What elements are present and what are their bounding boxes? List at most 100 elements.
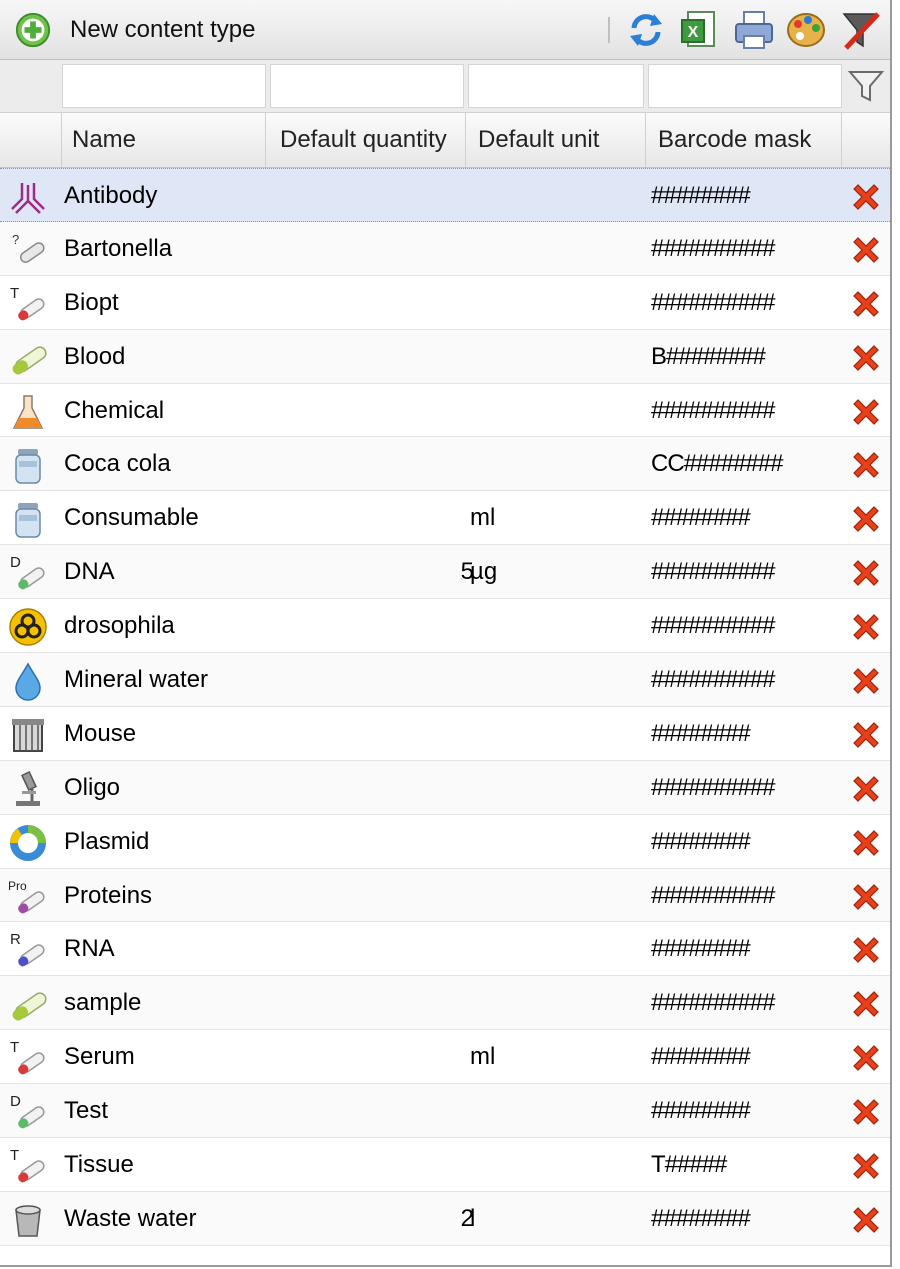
table-row[interactable]: Mineral water ########## [0, 653, 890, 707]
delete-icon[interactable] [848, 663, 884, 699]
table-row[interactable]: Chemical ########## [0, 383, 890, 438]
delete-icon[interactable] [848, 1040, 884, 1076]
row-barcode-mask: ######## [651, 1097, 751, 1125]
clear-filter-icon[interactable] [838, 8, 882, 52]
delete-icon[interactable] [848, 986, 884, 1022]
table-row[interactable]: Plasmid ######## [0, 814, 890, 869]
row-unit: ml [470, 1043, 496, 1071]
delete-icon[interactable] [848, 340, 884, 376]
delete-icon[interactable] [848, 1202, 884, 1238]
row-unit [470, 437, 640, 490]
delete-icon[interactable] [848, 501, 884, 537]
row-quantity [268, 1030, 474, 1083]
row-quantity [268, 599, 474, 652]
row-quantity [268, 384, 474, 437]
row-quantity [268, 815, 474, 868]
row-barcode-mask: ######## [651, 504, 751, 532]
filter-row [0, 60, 890, 113]
row-barcode-mask: ########## [651, 881, 775, 909]
unit-column-header[interactable]: Default unit [466, 113, 646, 167]
add-icon [15, 12, 51, 48]
table-row[interactable]: T Serum ml ######## [0, 1030, 890, 1085]
jar-icon [15, 449, 41, 485]
row-barcode-mask: T##### [651, 1151, 727, 1179]
row-quantity [268, 976, 474, 1029]
row-unit [470, 1084, 640, 1137]
table-row[interactable]: D Test ######## [0, 1084, 890, 1139]
table-row[interactable]: Antibody ######## [0, 168, 890, 222]
row-barcode-mask: ########## [651, 234, 775, 262]
delete-icon[interactable] [848, 717, 884, 753]
table-row[interactable]: T Biopt ########## [0, 275, 890, 330]
row-unit [470, 276, 640, 329]
row-unit [470, 384, 640, 437]
quantity-filter-input[interactable] [270, 64, 464, 108]
quantity-column-header[interactable]: Default quantity [266, 113, 466, 167]
icon-column-header [0, 113, 62, 167]
row-unit: ml [470, 504, 496, 532]
row-unit [470, 330, 640, 383]
row-quantity [268, 1138, 474, 1191]
table-row[interactable]: drosophila ########## [0, 599, 890, 654]
mask-column-header[interactable]: Barcode mask [646, 113, 842, 167]
delete-icon[interactable] [848, 825, 884, 861]
new-content-type-button[interactable]: New content type [14, 10, 255, 50]
table-row[interactable]: Coca cola CC######## [0, 437, 890, 492]
delete-icon[interactable] [848, 609, 884, 645]
delete-icon[interactable] [848, 447, 884, 483]
delete-icon[interactable] [848, 286, 884, 322]
delete-icon[interactable] [848, 555, 884, 591]
table-row[interactable]: Mouse ######## [0, 706, 890, 761]
row-barcode-mask: ######## [651, 1043, 751, 1071]
row-name: Coca cola [64, 450, 171, 478]
row-name: Biopt [64, 288, 119, 316]
delete-icon[interactable] [848, 879, 884, 915]
microscope-icon [16, 770, 40, 806]
delete-icon[interactable] [848, 771, 884, 807]
mask-filter-input[interactable] [648, 64, 842, 108]
toolbar: New content type X [0, 0, 890, 60]
row-quantity: 5 [460, 558, 474, 586]
content-type-list: Antibody ########? Bartonella ########## T Bi… [0, 168, 890, 1246]
delete-icon[interactable] [848, 932, 884, 968]
biohazard-icon [9, 608, 47, 646]
table-header: Name Default quantity Default unit Barco… [0, 113, 890, 168]
mouse-cage-icon [12, 718, 44, 752]
table-row[interactable]: Pro Proteins ########## [0, 868, 890, 923]
row-quantity [268, 922, 474, 975]
tube-d-green-icon: D [10, 554, 45, 590]
delete-icon[interactable] [848, 1148, 884, 1184]
row-unit [470, 869, 640, 922]
palette-icon[interactable] [784, 8, 828, 52]
table-row[interactable]: T Tissue T##### [0, 1138, 890, 1192]
excel-export-icon[interactable]: X [676, 8, 720, 52]
row-quantity [268, 707, 474, 760]
row-name: Tissue [64, 1151, 134, 1179]
row-barcode-mask: ########## [651, 773, 775, 801]
unit-filter-input[interactable] [468, 64, 644, 108]
table-row[interactable]: Consumable ml ######## [0, 491, 890, 546]
funnel-icon[interactable] [846, 66, 886, 106]
delete-icon[interactable] [848, 232, 884, 268]
row-unit [470, 169, 640, 222]
print-icon[interactable] [732, 8, 776, 52]
table-row[interactable]: R RNA ######## [0, 922, 890, 977]
table-row[interactable]: Oligo ########## [0, 760, 890, 815]
table-row[interactable]: D DNA 5 µg ########## [0, 545, 890, 600]
row-name: Blood [64, 342, 126, 370]
table-row[interactable]: Waste water 2 l ######## [0, 1191, 890, 1246]
name-column-header[interactable]: Name [62, 113, 266, 167]
row-unit: µg [470, 558, 498, 586]
row-barcode-mask: ######## [651, 719, 751, 747]
row-quantity [268, 653, 474, 706]
refresh-icon[interactable] [624, 8, 668, 52]
table-row[interactable]: ? Bartonella ########## [0, 221, 890, 276]
delete-icon[interactable] [848, 179, 884, 215]
svg-text:T: T [10, 1039, 19, 1056]
name-filter-input[interactable] [62, 64, 266, 108]
delete-icon[interactable] [848, 1094, 884, 1130]
row-unit [470, 1138, 640, 1191]
table-row[interactable]: sample ########## [0, 976, 890, 1031]
delete-icon[interactable] [848, 394, 884, 430]
table-row[interactable]: Blood B######## [0, 329, 890, 384]
